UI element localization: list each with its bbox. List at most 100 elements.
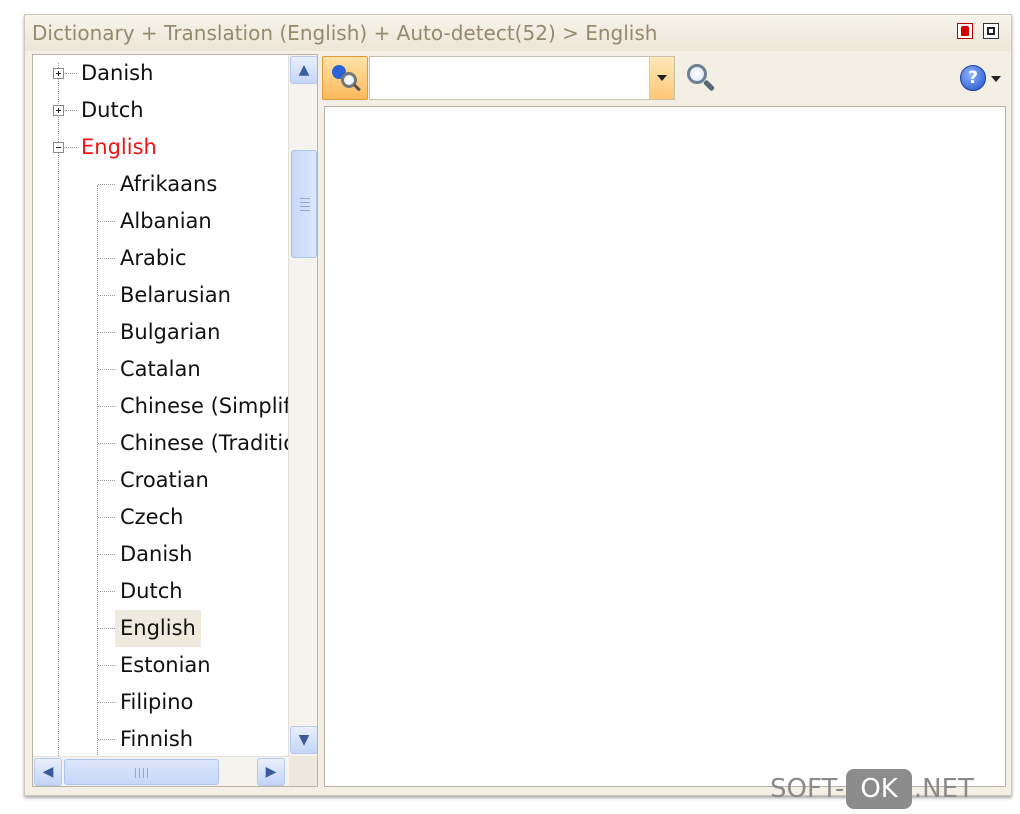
- source-search-button[interactable]: [322, 56, 368, 100]
- tree-child-item[interactable]: Albanian: [33, 203, 288, 240]
- thumb-grip: [300, 202, 310, 203]
- chevron-down-icon: [991, 76, 1001, 82]
- tree-child-item[interactable]: Dutch: [33, 573, 288, 610]
- tree-connector: [98, 702, 115, 703]
- help-icon: ?: [960, 65, 986, 91]
- tree-item-label: English: [81, 135, 157, 159]
- tree-connector: [98, 739, 115, 740]
- tree-item-label: Albanian: [120, 209, 212, 233]
- tree-child-item[interactable]: English: [33, 610, 288, 647]
- vertical-scroll-thumb[interactable]: [291, 150, 317, 258]
- tree-connector: [98, 665, 115, 666]
- tree-child-item[interactable]: Estonian: [33, 647, 288, 684]
- search-button[interactable]: [684, 62, 718, 96]
- tree-item-label: Dutch: [120, 579, 183, 603]
- window-title: Dictionary + Translation (English) + Aut…: [32, 21, 658, 45]
- search-combobox[interactable]: [369, 56, 675, 100]
- chevron-down-icon[interactable]: [649, 57, 674, 99]
- tree-item-label: Croatian: [120, 468, 209, 492]
- search-input[interactable]: [370, 57, 650, 99]
- tree-child-item[interactable]: Filipino: [33, 684, 288, 721]
- tree-child-item[interactable]: Chinese (Simplific: [33, 388, 291, 425]
- tree-child-item[interactable]: Danish: [33, 536, 288, 573]
- tree-connector: [98, 221, 115, 222]
- tree-connector: [98, 628, 115, 629]
- tree-child-item[interactable]: Catalan: [33, 351, 288, 388]
- tree-connector: [98, 443, 115, 444]
- tree-connector: [98, 517, 115, 518]
- tree-connector: [98, 369, 115, 370]
- watermark-right: .NET: [913, 774, 974, 804]
- horizontal-scroll-thumb[interactable]: [64, 759, 219, 785]
- scroll-up-button[interactable]: ▲: [290, 56, 317, 84]
- language-tree: Danish Dutch English Afrikaans Albanian Ar…: [33, 55, 291, 756]
- tree-connector: [98, 406, 115, 407]
- search-toolbar: ?: [322, 54, 1006, 104]
- tree-connector: [98, 258, 115, 259]
- watermark: SOFT- OK .NET: [770, 768, 974, 810]
- tree-connector: [98, 184, 115, 185]
- vertical-scrollbar[interactable]: ▲ ▼: [288, 55, 317, 756]
- expand-icon[interactable]: [53, 105, 64, 116]
- tree-connector: [98, 554, 115, 555]
- title-bar: Dictionary + Translation (English) + Aut…: [25, 15, 1011, 51]
- thumb-grip: [300, 206, 310, 207]
- thumb-grip: [147, 768, 148, 778]
- tree-connector: [65, 147, 77, 148]
- tree-item-label: Arabic: [120, 246, 187, 270]
- watermark-left: SOFT-: [770, 774, 845, 804]
- tree-connector: [65, 73, 77, 74]
- tree-item-label: English: [115, 610, 201, 647]
- tree-item-label: Estonian: [120, 653, 211, 677]
- scroll-right-button[interactable]: ▶: [257, 758, 285, 786]
- magnifier-handle-icon: [353, 83, 361, 92]
- tree-child-item[interactable]: Czech: [33, 499, 288, 536]
- tree-connector: [98, 480, 115, 481]
- tree-connector: [98, 332, 115, 333]
- thumb-grip: [135, 768, 136, 778]
- tree-item-label: Finnish: [120, 727, 194, 751]
- tree-item-label: Filipino: [120, 690, 194, 714]
- scroll-left-button[interactable]: ◀: [34, 758, 62, 786]
- tree-child-item[interactable]: Afrikaans: [33, 166, 288, 203]
- restore-icon[interactable]: [983, 23, 999, 39]
- tree-item-english[interactable]: English: [33, 129, 288, 166]
- lock-icon[interactable]: [957, 23, 973, 39]
- scrollbar-corner: [289, 756, 317, 786]
- tree-connector: [65, 110, 77, 111]
- tree-child-item[interactable]: Bulgarian: [33, 314, 288, 351]
- thumb-grip: [300, 198, 310, 199]
- tree-item-label: Danish: [81, 61, 154, 85]
- collapse-icon[interactable]: [53, 142, 64, 153]
- tree-item-label: Catalan: [120, 357, 201, 381]
- thumb-grip: [139, 768, 140, 778]
- horizontal-scrollbar[interactable]: ◀ ▶: [33, 756, 289, 786]
- expand-icon[interactable]: [53, 68, 64, 79]
- tree-item-label: Danish: [120, 542, 193, 566]
- thumb-grip: [143, 768, 144, 778]
- tree-child-item[interactable]: Finnish: [33, 721, 288, 756]
- thumb-grip: [300, 210, 310, 211]
- tree-item-danish[interactable]: Danish: [33, 55, 288, 92]
- tree-child-item[interactable]: Croatian: [33, 462, 288, 499]
- tree-item-label: Dutch: [81, 98, 144, 122]
- translation-content-area[interactable]: [324, 106, 1006, 787]
- watermark-pill: OK: [846, 769, 912, 809]
- tree-item-dutch[interactable]: Dutch: [33, 92, 288, 129]
- tree-connector: [98, 295, 115, 296]
- tree-item-label: Afrikaans: [120, 172, 218, 196]
- tree-item-label: Bulgarian: [120, 320, 221, 344]
- tree-child-item[interactable]: Arabic: [33, 240, 288, 277]
- tree-child-item[interactable]: Chinese (Traditio: [33, 425, 291, 462]
- tree-connector: [98, 591, 115, 592]
- tree-item-label: Chinese (Traditio: [120, 431, 291, 455]
- dictionary-window: Dictionary + Translation (English) + Aut…: [24, 14, 1012, 796]
- tree-item-label: Belarusian: [120, 283, 231, 307]
- tree-child-item[interactable]: Belarusian: [33, 277, 288, 314]
- language-tree-panel: Danish Dutch English Afrikaans Albanian Ar…: [32, 54, 318, 787]
- magnifier-handle: [702, 79, 716, 92]
- tree-item-label: Chinese (Simplific: [120, 394, 291, 418]
- tree-item-label: Czech: [120, 505, 184, 529]
- scroll-down-button[interactable]: ▼: [290, 726, 317, 754]
- help-button[interactable]: ?: [958, 64, 1004, 94]
